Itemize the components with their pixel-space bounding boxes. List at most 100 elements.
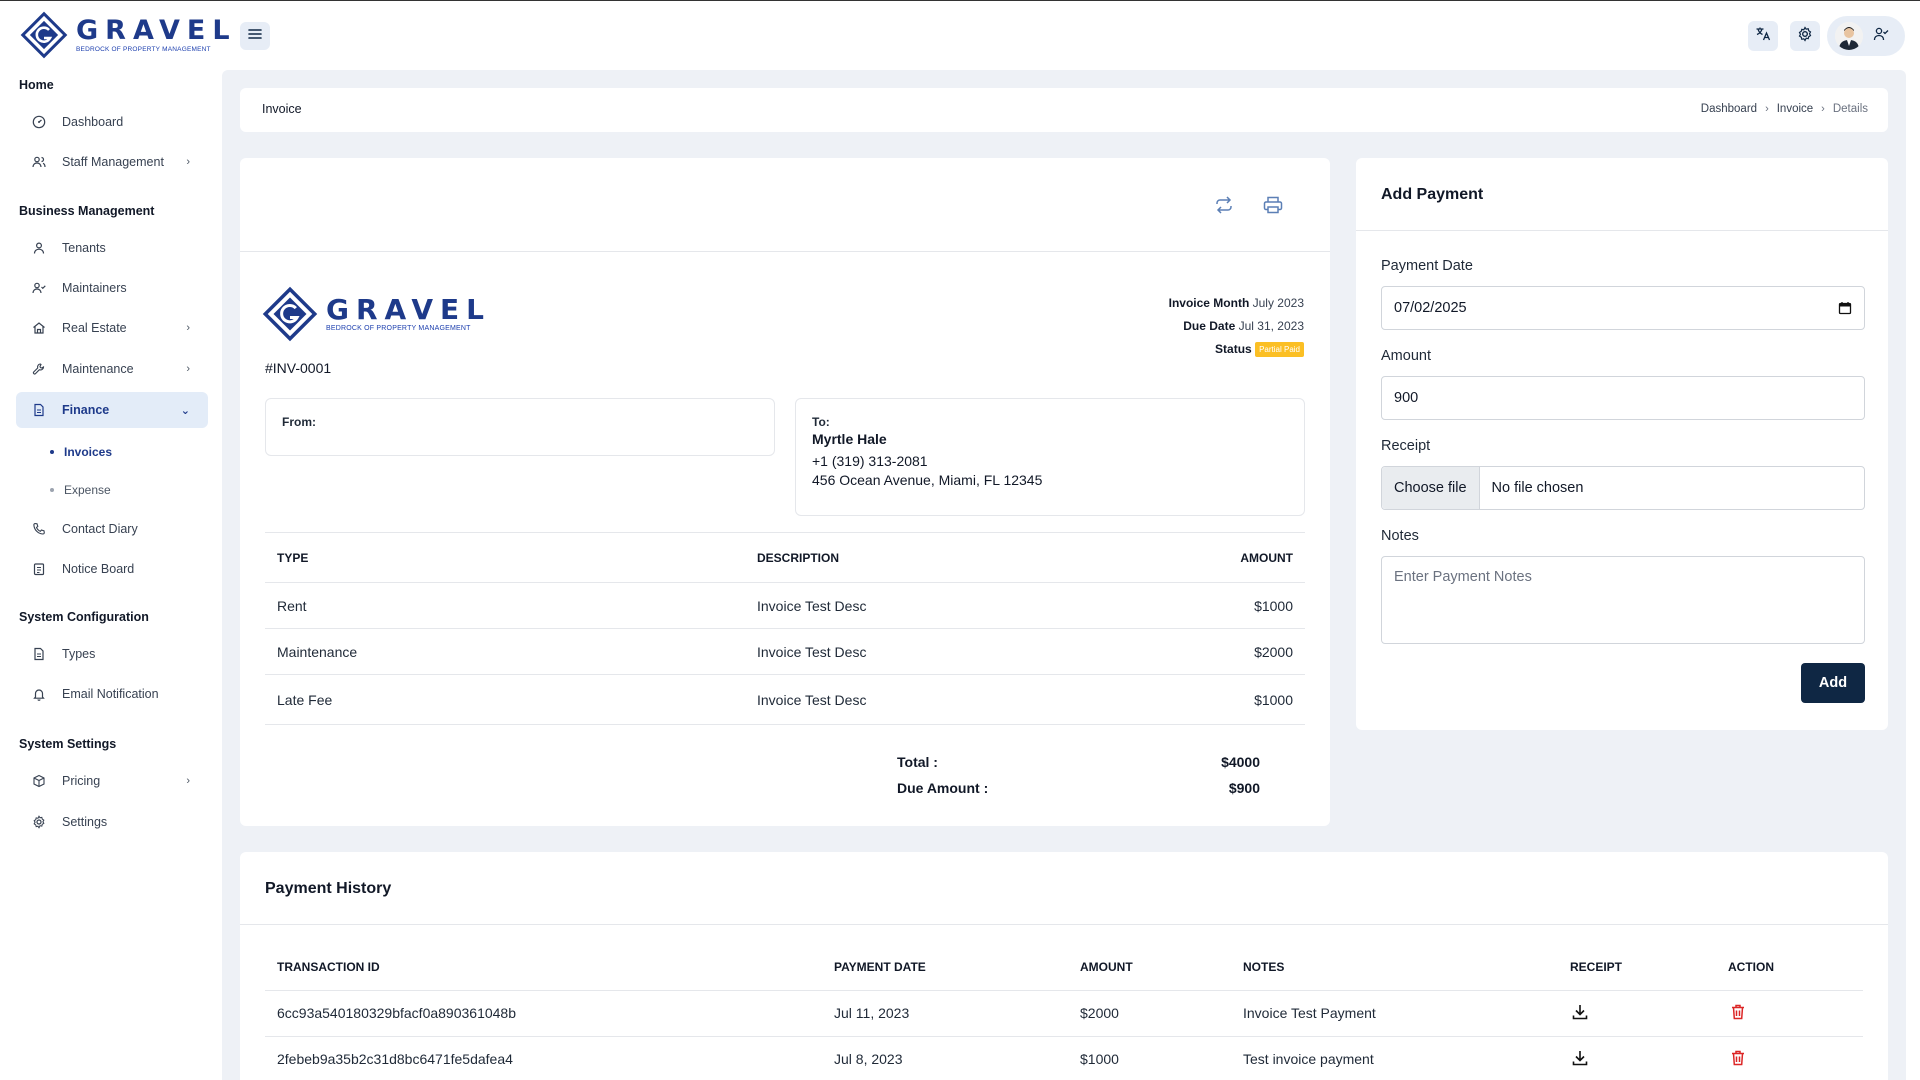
sidebar-item-settings[interactable]: Settings xyxy=(16,804,208,840)
sidebar-subitem-label: Invoices xyxy=(64,445,113,459)
sidebar-section-home: Home xyxy=(19,78,54,92)
download-icon[interactable] xyxy=(1570,1002,1590,1022)
trash-icon[interactable] xyxy=(1728,1048,1748,1068)
translate-icon xyxy=(1755,26,1771,47)
invoice-meta: Invoice Month July 2023 Due Date Jul 31,… xyxy=(1169,292,1304,361)
receipt-file-input[interactable]: Choose file No file chosen xyxy=(1381,466,1865,510)
column-header-amount: AMOUNT xyxy=(1125,532,1305,583)
transaction-id: 2febeb9a35b2c31d8bc6471fe5dafea4 xyxy=(265,1036,822,1080)
user-menu-button[interactable] xyxy=(1827,16,1905,56)
column-header-action: ACTION xyxy=(1716,944,1863,991)
calendar-icon[interactable] xyxy=(1838,301,1852,315)
sidebar-item-types[interactable]: Types xyxy=(16,636,208,672)
add-payment-title: Add Payment xyxy=(1381,186,1484,203)
receipt-cell xyxy=(1558,990,1716,1037)
breadcrumb: Dashboard › Invoice › Details xyxy=(1701,103,1868,115)
print-button[interactable] xyxy=(1260,194,1286,220)
breadcrumb-invoice[interactable]: Invoice xyxy=(1777,103,1813,115)
chevron-right-icon: › xyxy=(186,775,190,787)
status-badge: Partial Paid xyxy=(1255,342,1304,358)
chevron-right-icon: › xyxy=(1765,103,1769,115)
sidebar-item-real-estate[interactable]: Real Estate › xyxy=(16,310,208,346)
user-check-icon xyxy=(1873,26,1889,47)
gravel-logo-icon xyxy=(262,286,318,342)
payment-date-value: 07/02/2025 xyxy=(1394,300,1467,316)
gravel-logo-icon xyxy=(20,11,68,59)
due-amount-value: $900 xyxy=(1228,780,1260,796)
sidebar-item-pricing[interactable]: Pricing › xyxy=(16,763,208,799)
sidebar-item-label: Dashboard xyxy=(62,115,124,129)
column-header-type: TYPE xyxy=(265,532,745,583)
clipboard-icon xyxy=(32,562,46,576)
divider xyxy=(240,924,1888,925)
users-icon xyxy=(32,155,46,169)
payment-notes: Invoice Test Payment xyxy=(1231,990,1558,1037)
language-button[interactable] xyxy=(1748,21,1778,51)
table-header-row: TRANSACTION ID PAYMENT DATE AMOUNT NOTES… xyxy=(265,944,1863,991)
recipient-name: Myrtle Hale xyxy=(812,431,887,447)
add-payment-card: Add Payment Payment Date 07/02/2025 Amou… xyxy=(1356,158,1888,730)
payment-date: Jul 8, 2023 xyxy=(822,1036,1068,1080)
box-icon xyxy=(32,774,46,788)
sidebar-item-finance[interactable]: Finance ⌄ xyxy=(16,392,208,428)
column-header-receipt: RECEIPT xyxy=(1558,944,1716,991)
choose-file-button[interactable]: Choose file xyxy=(1382,467,1480,509)
sidebar-item-notice-board[interactable]: Notice Board xyxy=(16,551,208,587)
sidebar-item-staff-management[interactable]: Staff Management › xyxy=(16,144,208,180)
sidebar-item-label: Pricing xyxy=(62,774,101,788)
sidebar-item-label: Types xyxy=(62,647,96,661)
invoice-items-table: TYPE DESCRIPTION AMOUNT Rent Invoice Tes… xyxy=(265,532,1305,725)
settings-button[interactable] xyxy=(1790,21,1820,51)
notes-textarea[interactable]: Enter Payment Notes xyxy=(1381,556,1865,644)
document-icon xyxy=(32,403,46,417)
add-payment-button[interactable]: Add xyxy=(1801,663,1865,703)
payment-notes: Test invoice payment xyxy=(1231,1036,1558,1080)
sidebar-item-contact-diary[interactable]: Contact Diary xyxy=(16,511,208,547)
chevron-right-icon: › xyxy=(186,156,190,168)
sidebar-item-dashboard[interactable]: Dashboard xyxy=(16,104,208,140)
total-value: $4000 xyxy=(1221,754,1260,770)
breadcrumb-dashboard[interactable]: Dashboard xyxy=(1701,103,1757,115)
sidebar-item-maintainers[interactable]: Maintainers xyxy=(16,270,208,306)
payment-date-input[interactable]: 07/02/2025 xyxy=(1381,286,1865,330)
amount-input[interactable]: 900 xyxy=(1381,376,1865,420)
trash-icon[interactable] xyxy=(1728,1002,1748,1022)
sidebar-item-tenants[interactable]: Tenants xyxy=(16,230,208,266)
item-type: Rent xyxy=(265,582,745,629)
download-icon[interactable] xyxy=(1570,1048,1590,1068)
user-check-icon xyxy=(32,281,46,295)
printer-icon xyxy=(1263,196,1283,219)
column-header-description: DESCRIPTION xyxy=(745,532,1125,583)
invoice-number: #INV-0001 xyxy=(265,360,332,376)
chevron-right-icon: › xyxy=(186,363,190,375)
brand-logo[interactable]: GRAVEL BEDROCK OF PROPERTY MANAGEMENT xyxy=(20,11,237,59)
sidebar: Home Dashboard Staff Management › Busine… xyxy=(0,70,222,1080)
brand-tagline: BEDROCK OF PROPERTY MANAGEMENT xyxy=(76,46,211,53)
sidebar-item-maintenance[interactable]: Maintenance › xyxy=(16,351,208,387)
from-address-box: From: xyxy=(265,398,775,456)
due-amount-label: Due Amount : xyxy=(897,780,989,796)
table-row: Rent Invoice Test Desc $1000 xyxy=(265,582,1305,629)
page-title: Invoice xyxy=(262,102,302,116)
table-row: Maintenance Invoice Test Desc $2000 xyxy=(265,628,1305,675)
file-status: No file chosen xyxy=(1491,480,1584,496)
column-header-payment-date: PAYMENT DATE xyxy=(822,944,1068,991)
sidebar-subitem-invoices[interactable]: Invoices xyxy=(50,438,112,466)
item-description: Invoice Test Desc xyxy=(745,674,1125,725)
amount-value: 900 xyxy=(1394,390,1419,406)
menu-toggle-button[interactable] xyxy=(240,22,270,50)
sidebar-item-email-notification[interactable]: Email Notification xyxy=(16,676,208,712)
invoice-month-label: Invoice Month xyxy=(1168,296,1250,310)
phone-icon xyxy=(32,522,46,536)
recipient-phone: +1 (319) 313-2081 xyxy=(812,453,928,469)
table-row: 6cc93a540180329bfacf0a890361048b Jul 11,… xyxy=(265,990,1863,1037)
sidebar-item-label: Maintainers xyxy=(62,281,127,295)
refresh-button[interactable] xyxy=(1211,194,1237,220)
gear-icon xyxy=(1797,25,1813,47)
to-address-box: To: Myrtle Hale +1 (319) 313-2081 456 Oc… xyxy=(795,398,1305,516)
sidebar-subitem-expense[interactable]: Expense xyxy=(50,476,111,504)
total-label: Total : xyxy=(897,754,938,770)
item-description: Invoice Test Desc xyxy=(745,582,1125,629)
item-type: Maintenance xyxy=(265,628,745,675)
payment-history-title: Payment History xyxy=(265,880,392,897)
